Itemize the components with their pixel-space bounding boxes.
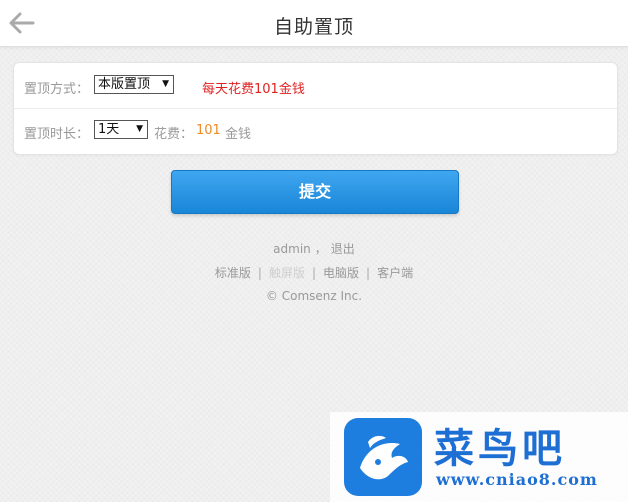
dropdown-arrow-icon: ▼: [136, 124, 143, 134]
cost-amount: 101: [196, 123, 221, 138]
footer-separator: |: [366, 266, 371, 280]
bird-logo-icon: [344, 418, 422, 496]
sticky-duration-label: 置顶时长：: [24, 127, 90, 142]
footer-separator: |: [311, 266, 317, 280]
watermark-url: www.cniao8.com: [436, 470, 598, 489]
client-version-link[interactable]: 客户端: [377, 266, 413, 280]
top-bar: 自助置顶: [0, 0, 628, 47]
sticky-form-card: 置顶方式： 本版置顶 ▼ 每天花费101金钱 置顶时长： 1天 ▼ 花费： 10…: [13, 62, 618, 155]
page-title: 自助置顶: [273, 16, 354, 38]
sticky-duration-select[interactable]: 1天 ▼: [94, 120, 148, 139]
sticky-mode-row: 置顶方式： 本版置顶 ▼ 每天花费101金钱: [14, 63, 617, 109]
submit-button[interactable]: 提交: [171, 170, 459, 214]
logout-link[interactable]: 退出: [331, 242, 355, 256]
sticky-mode-select[interactable]: 本版置顶 ▼: [94, 75, 174, 94]
cost-unit: 金钱: [225, 127, 252, 142]
desktop-version-link[interactable]: 电脑版: [323, 266, 359, 280]
watermark-brand: 菜鸟吧: [434, 425, 566, 472]
touch-version-link[interactable]: 触屏版: [269, 266, 305, 280]
footer-version-links: 标准版 | 触屏版 | 电脑版 | 客户端: [0, 264, 628, 281]
dropdown-arrow-icon: ▼: [162, 79, 169, 89]
footer-user-line: admin， 退出: [0, 240, 628, 257]
footer-comma: ，: [314, 242, 327, 256]
username-link[interactable]: admin: [273, 242, 311, 256]
sticky-duration-row: 置顶时长： 1天 ▼ 花费： 101 金钱: [14, 108, 617, 153]
footer-separator: |: [257, 266, 262, 280]
sticky-mode-value: 本版置顶: [98, 77, 151, 92]
standard-version-link[interactable]: 标准版: [215, 266, 251, 280]
sticky-mode-label: 置顶方式：: [24, 82, 90, 97]
sticky-duration-value: 1天: [98, 122, 120, 137]
site-watermark: 菜鸟吧 www.cniao8.com: [330, 412, 628, 502]
cost-label: 花费：: [154, 127, 194, 142]
copyright: © Comsenz Inc.: [265, 289, 363, 303]
daily-cost-note: 每天花费101金钱: [202, 82, 305, 97]
